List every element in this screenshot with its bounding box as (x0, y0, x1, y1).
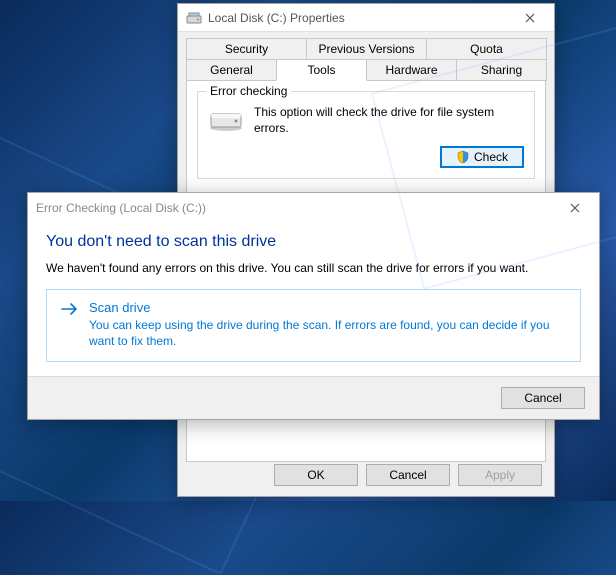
properties-title: Local Disk (C:) Properties (208, 11, 510, 25)
cancel-button[interactable]: Cancel (366, 464, 450, 486)
error-checking-message: We haven't found any errors on this driv… (46, 261, 581, 275)
error-checking-dialog: Error Checking (Local Disk (C:)) You don… (27, 192, 600, 420)
tab-row-front: General Tools Hardware Sharing (186, 59, 546, 81)
scan-drive-action[interactable]: Scan drive You can keep using the drive … (46, 289, 581, 362)
scan-drive-description: You can keep using the drive during the … (89, 317, 568, 349)
tab-hardware[interactable]: Hardware (366, 59, 457, 81)
error-checking-heading: You don't need to scan this drive (46, 233, 581, 251)
tab-previous-versions[interactable]: Previous Versions (306, 38, 427, 59)
tab-sharing[interactable]: Sharing (456, 59, 547, 81)
scan-drive-text: Scan drive You can keep using the drive … (89, 300, 568, 349)
arrow-right-icon (61, 301, 79, 317)
tab-general[interactable]: General (186, 59, 277, 81)
ok-button[interactable]: OK (274, 464, 358, 486)
error-checking-label: Error checking (206, 84, 291, 98)
properties-titlebar[interactable]: Local Disk (C:) Properties (178, 4, 554, 32)
properties-button-row: OK Cancel Apply (274, 464, 542, 486)
tab-quota[interactable]: Quota (426, 38, 547, 59)
error-checking-close-button[interactable] (555, 195, 595, 221)
error-checking-title: Error Checking (Local Disk (C:)) (36, 201, 555, 215)
tab-tools[interactable]: Tools (276, 59, 367, 81)
error-checking-body: You don't need to scan this drive We hav… (28, 223, 599, 376)
apply-button[interactable]: Apply (458, 464, 542, 486)
error-checking-cancel-button[interactable]: Cancel (501, 387, 585, 409)
properties-close-button[interactable] (510, 5, 550, 31)
error-checking-group: Error checking This option will check th… (197, 91, 535, 179)
error-checking-footer: Cancel (28, 376, 599, 419)
tab-row-back: Security Previous Versions Quota (186, 38, 546, 59)
check-button[interactable]: Check (440, 146, 524, 168)
drive-icon (186, 10, 202, 26)
tab-strip: Security Previous Versions Quota General… (186, 38, 546, 81)
shield-icon (456, 150, 470, 164)
error-checking-titlebar[interactable]: Error Checking (Local Disk (C:)) (28, 193, 599, 223)
check-button-label: Check (474, 150, 508, 164)
error-checking-description: This option will check the drive for fil… (254, 104, 524, 136)
hard-drive-icon (208, 106, 244, 134)
scan-drive-title: Scan drive (89, 300, 568, 315)
tab-security[interactable]: Security (186, 38, 307, 59)
